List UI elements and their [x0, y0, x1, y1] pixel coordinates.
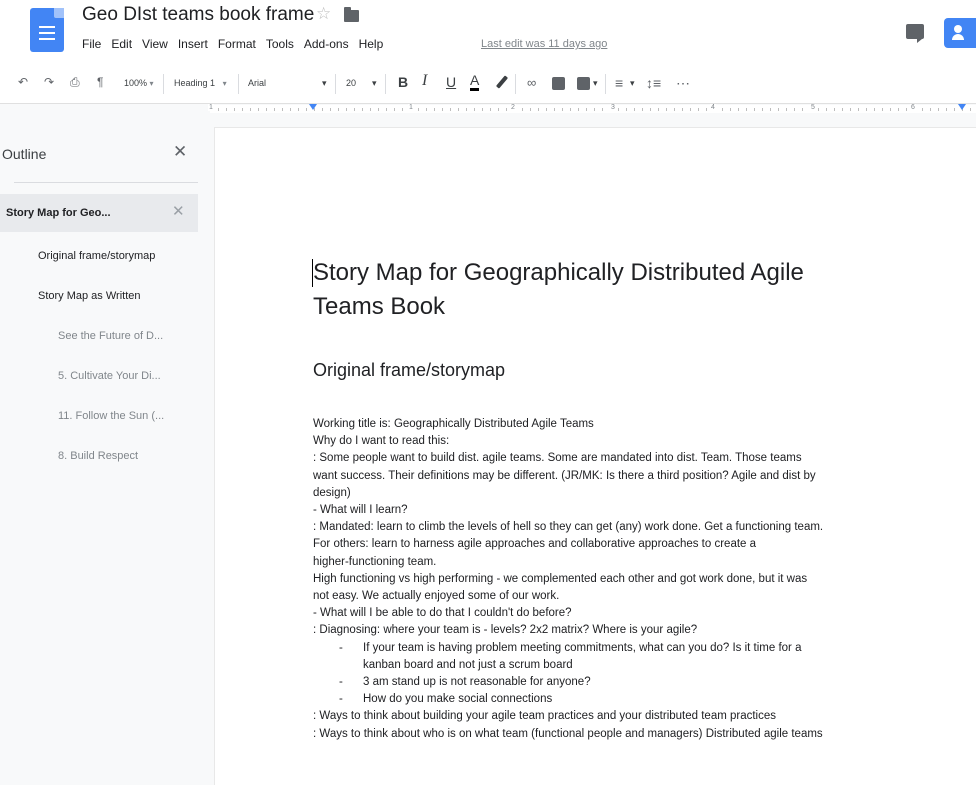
- toolbar-divider: [238, 74, 239, 94]
- highlight-icon[interactable]: [495, 75, 509, 89]
- style-select[interactable]: Heading 1 ▾: [174, 78, 227, 88]
- menu-bar: File Edit View Insert Format Tools Add-o…: [82, 37, 393, 51]
- remove-from-outline-icon[interactable]: ✕: [172, 202, 185, 220]
- comments-icon[interactable]: [906, 24, 924, 43]
- zoom-select[interactable]: 100% ▾: [124, 78, 154, 88]
- body-line: Working title is: Geographically Distrib…: [313, 418, 594, 430]
- menu-format[interactable]: Format: [218, 37, 256, 51]
- link-icon[interactable]: ∞: [527, 75, 536, 90]
- share-button[interactable]: [944, 18, 976, 48]
- font-size-select[interactable]: 20: [346, 78, 356, 88]
- underline-button[interactable]: U: [446, 74, 456, 90]
- outline-item[interactable]: Story Map as Written: [38, 290, 141, 302]
- left-indent-marker[interactable]: [309, 104, 317, 110]
- style-value: Heading 1: [174, 78, 216, 88]
- document-heading-line: Story Map for Geographically Distributed…: [313, 259, 804, 286]
- outline-item[interactable]: Original frame/storymap: [38, 250, 155, 262]
- font-dropdown-icon[interactable]: ▾: [322, 78, 327, 89]
- body-line: : Mandated: learn to climb the levels of…: [313, 521, 824, 534]
- ruler-number: 6: [910, 104, 916, 111]
- body-line: design): [313, 486, 351, 499]
- insert-image-icon[interactable]: [577, 77, 590, 90]
- toolbar-divider: [163, 74, 164, 94]
- body-line: - What will I learn?: [313, 504, 408, 517]
- menu-insert[interactable]: Insert: [178, 37, 208, 51]
- print-icon[interactable]: ⎙: [70, 75, 80, 90]
- bold-button[interactable]: B: [398, 74, 408, 90]
- right-indent-marker[interactable]: [958, 104, 966, 110]
- more-options-icon[interactable]: ⋯: [676, 75, 690, 92]
- align-dropdown-icon[interactable]: ▾: [630, 78, 635, 89]
- ruler-number: 1: [208, 104, 214, 111]
- paint-format-icon[interactable]: ¶: [97, 75, 103, 89]
- menu-view[interactable]: View: [142, 37, 168, 51]
- outline-item[interactable]: 8. Build Respect: [58, 450, 138, 462]
- line-spacing-icon[interactable]: ↕≡: [646, 75, 661, 91]
- menu-help[interactable]: Help: [359, 37, 384, 51]
- last-edit-link[interactable]: Last edit was 11 days ago: [481, 38, 607, 50]
- body-line: For others: learn to harness agile appro…: [313, 538, 757, 551]
- outline-item[interactable]: See the Future of D...: [58, 330, 163, 342]
- italic-button[interactable]: I: [422, 72, 427, 90]
- document-title[interactable]: Geo DIst teams book frame: [82, 4, 314, 26]
- ruler-number: 2: [510, 104, 516, 111]
- text-color-button[interactable]: A: [470, 72, 480, 91]
- ruler-number: 4: [710, 104, 716, 111]
- body-line: want success. Their definitions may be d…: [313, 469, 816, 482]
- ruler-number: 3: [610, 104, 616, 111]
- menu-addons[interactable]: Add-ons: [304, 37, 349, 51]
- bullet-item: How do you make social connections: [313, 691, 973, 708]
- body-line: not easy. We actually enjoyed some of ou…: [313, 590, 560, 603]
- add-comment-icon[interactable]: [552, 77, 565, 90]
- bullet-continuation: kanban board and not just a scrum board: [363, 658, 573, 671]
- body-line: : Diagnosing: where your team is - level…: [313, 624, 698, 637]
- header: Geo DIst teams book frame ☆ File Edit Vi…: [0, 0, 976, 64]
- undo-icon[interactable]: ↶: [18, 75, 28, 89]
- folder-icon[interactable]: [344, 7, 359, 22]
- toolbar-divider: [385, 74, 386, 94]
- star-icon[interactable]: ☆: [316, 4, 331, 24]
- outline-panel: Outline ✕ Story Map for Geo... ✕ Origina…: [0, 114, 210, 785]
- toolbar-divider: [515, 74, 516, 94]
- document-body[interactable]: Working title is: Geographically Distrib…: [313, 416, 973, 743]
- bullet-item: 3 am stand up is not reasonable for anyo…: [313, 674, 973, 691]
- document-heading-line: Teams Book: [313, 293, 446, 320]
- toolbar: ↶ ↷ ⎙ ¶ 100% ▾ Heading 1 ▾ Arial ▾ 20 ▾ …: [0, 64, 976, 104]
- ruler-number: 1: [408, 104, 414, 111]
- ruler-track: [210, 105, 976, 113]
- body-line: : Ways to think about building your agil…: [313, 710, 777, 723]
- toolbar-divider: [605, 74, 606, 94]
- bullet-item: If your team is having problem meeting c…: [313, 640, 973, 657]
- ruler-number: 5: [810, 104, 816, 111]
- body-line: higher-functioning team.: [313, 555, 437, 568]
- font-size-value: 20: [346, 78, 357, 88]
- toolbar-divider: [335, 74, 336, 94]
- align-icon[interactable]: ≡: [615, 75, 623, 91]
- menu-file[interactable]: File: [82, 37, 101, 51]
- image-dropdown-icon[interactable]: ▾: [593, 78, 598, 89]
- font-value: Arial: [248, 78, 267, 88]
- google-docs-window: Geo DIst teams book frame ☆ File Edit Vi…: [0, 0, 976, 785]
- close-icon[interactable]: ✕: [173, 142, 187, 162]
- outline-divider: [14, 182, 198, 183]
- body-line: Why do I want to read this:: [313, 435, 450, 448]
- body-line: High functioning vs high performing - we…: [313, 572, 808, 585]
- menu-edit[interactable]: Edit: [111, 37, 132, 51]
- section-heading[interactable]: Original frame/storymap: [313, 360, 505, 381]
- document-heading[interactable]: Story Map for Geographically Distributed…: [312, 256, 953, 324]
- docs-home-icon[interactable]: [30, 8, 64, 52]
- menu-tools[interactable]: Tools: [266, 37, 294, 51]
- font-select[interactable]: Arial: [248, 78, 266, 88]
- outline-item[interactable]: Story Map for Geo...: [6, 207, 111, 219]
- outline-title: Outline: [2, 146, 47, 162]
- redo-icon[interactable]: ↷: [44, 75, 54, 89]
- ruler: 1 1 2 3 4 5 6: [0, 104, 976, 114]
- outline-item[interactable]: 5. Cultivate Your Di...: [58, 370, 161, 382]
- font-size-dropdown-icon[interactable]: ▾: [372, 78, 377, 89]
- body-line: : Some people want to build dist. agile …: [313, 452, 802, 465]
- zoom-value: 100%: [124, 78, 148, 88]
- outline-item[interactable]: 11. Follow the Sun (...: [58, 410, 164, 422]
- body-line: : Ways to think about who is on what tea…: [313, 727, 823, 740]
- body-line: - What will I be able to do that I could…: [313, 607, 572, 620]
